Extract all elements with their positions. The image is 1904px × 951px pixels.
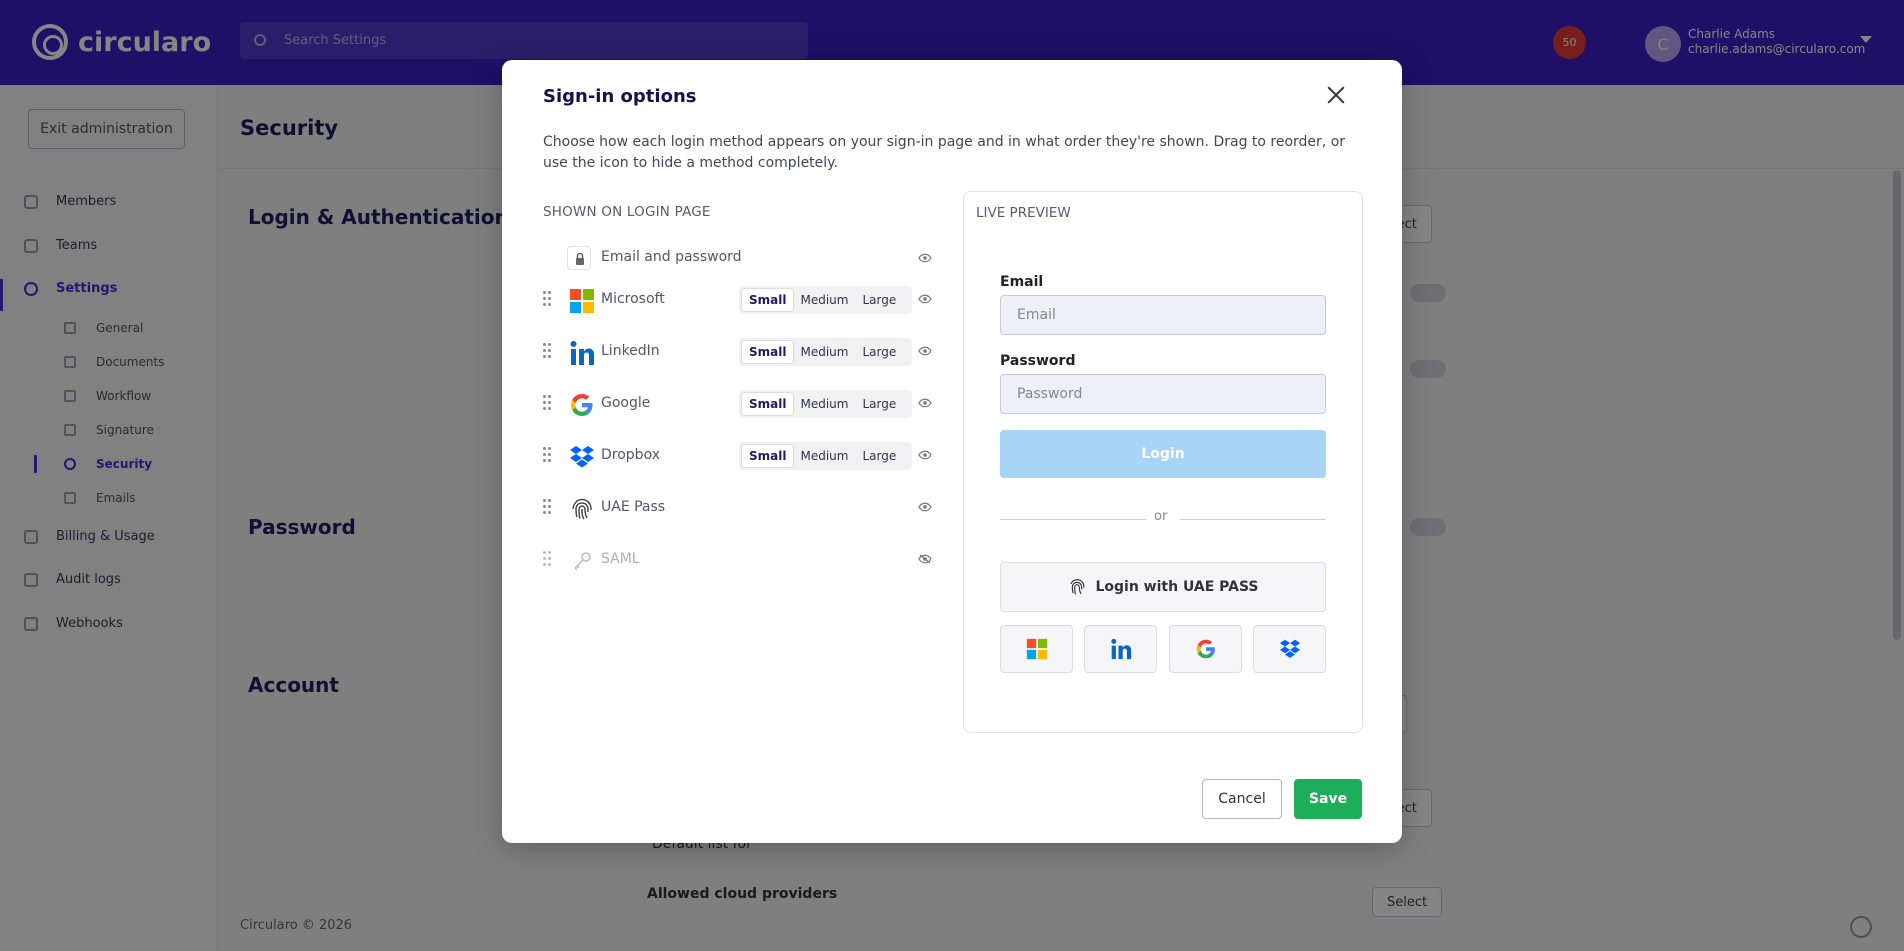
eye-icon[interactable] (918, 294, 932, 304)
login-method-saml[interactable]: SAML (543, 540, 938, 580)
list-heading: SHOWN ON LOGIN PAGE (543, 204, 711, 220)
drag-handle-icon[interactable] (543, 551, 553, 569)
size-option-medium[interactable]: Medium (793, 341, 855, 363)
eye-icon[interactable] (918, 502, 932, 512)
dialog-description: Choose how each login method appears on … (543, 134, 1346, 171)
cancel-button[interactable]: Cancel (1202, 779, 1282, 819)
save-button[interactable]: Save (1294, 779, 1362, 819)
size-option-medium[interactable]: Medium (793, 393, 855, 415)
size-selector: Small Medium Large (739, 390, 912, 418)
fingerprint-icon (1070, 579, 1085, 595)
size-option-large[interactable]: Large (855, 393, 903, 415)
size-option-large[interactable]: Large (855, 289, 903, 311)
google-icon (1196, 639, 1215, 659)
size-option-large[interactable]: Large (855, 445, 903, 467)
size-option-medium[interactable]: Medium (793, 289, 855, 311)
drag-handle-icon[interactable] (543, 291, 553, 309)
microsoft-icon (570, 289, 594, 313)
dropbox-icon (1279, 639, 1300, 658)
login-method-label: LinkedIn (601, 343, 660, 359)
login-method-email: Email and password (557, 242, 938, 274)
login-method-label: Google (601, 395, 651, 411)
size-option-small[interactable]: Small (742, 289, 794, 311)
live-preview-panel: LIVE PREVIEW Email Email Password Passwo… (963, 191, 1363, 733)
login-with-google-button[interactable] (1169, 625, 1242, 673)
email-label: Email (1000, 274, 1044, 290)
size-selector: Small Medium Large (739, 442, 912, 470)
login-method-uae-pass[interactable]: UAE Pass (543, 488, 938, 528)
key-icon (574, 552, 591, 571)
or-separator: or (1154, 509, 1168, 524)
google-icon (571, 394, 593, 416)
login-with-microsoft-button[interactable] (1000, 625, 1073, 673)
eye-icon[interactable] (918, 398, 932, 408)
drag-handle-icon[interactable] (543, 395, 553, 413)
login-method-linkedin[interactable]: LinkedIn Small Medium Large (543, 332, 938, 372)
eye-icon[interactable] (918, 450, 932, 460)
preview-heading: LIVE PREVIEW (976, 205, 1071, 221)
lock-icon (567, 246, 591, 270)
eye-icon[interactable] (918, 346, 932, 356)
size-option-small[interactable]: Small (742, 445, 794, 467)
size-option-small[interactable]: Small (742, 393, 794, 415)
close-icon[interactable] (1325, 84, 1347, 106)
size-option-medium[interactable]: Medium (793, 445, 855, 467)
dialog-title: Sign-in options (543, 86, 697, 107)
size-selector: Small Medium Large (739, 338, 912, 366)
password-field[interactable]: Password (1000, 374, 1326, 414)
login-method-label: Dropbox (601, 447, 660, 463)
password-label: Password (1000, 353, 1076, 369)
login-method-label: SAML (601, 551, 640, 567)
drag-handle-icon[interactable] (543, 499, 553, 517)
fingerprint-icon (572, 498, 592, 520)
email-field[interactable]: Email (1000, 295, 1326, 335)
login-method-label: Email and password (601, 249, 742, 265)
drag-handle-icon[interactable] (543, 447, 553, 465)
size-option-large[interactable]: Large (855, 341, 903, 363)
size-option-small[interactable]: Small (742, 341, 794, 363)
divider (1180, 519, 1326, 520)
login-method-label: UAE Pass (601, 499, 666, 515)
linkedin-icon (1110, 638, 1131, 660)
login-method-microsoft[interactable]: Microsoft Small Medium Large (543, 280, 938, 320)
sign-in-options-dialog: Sign-in options Choose how each login me… (502, 60, 1402, 843)
login-method-dropbox[interactable]: Dropbox Small Medium Large (543, 436, 938, 476)
microsoft-icon (1026, 638, 1047, 660)
login-method-google[interactable]: Google Small Medium Large (543, 384, 938, 424)
size-selector: Small Medium Large (739, 286, 912, 314)
divider (1000, 519, 1146, 520)
eye-off-icon[interactable] (918, 554, 932, 564)
dropbox-icon (570, 446, 594, 468)
eye-icon[interactable] (918, 253, 932, 263)
drag-handle-icon[interactable] (543, 343, 553, 361)
uae-pass-label: Login with UAE PASS (1095, 579, 1259, 595)
login-method-label: Microsoft (601, 291, 665, 307)
linkedin-icon (570, 341, 594, 365)
login-button[interactable]: Login (1000, 430, 1326, 478)
login-with-linkedin-button[interactable] (1084, 625, 1157, 673)
login-with-dropbox-button[interactable] (1253, 625, 1326, 673)
login-with-uae-pass-button[interactable]: Login with UAE PASS (1000, 562, 1326, 612)
